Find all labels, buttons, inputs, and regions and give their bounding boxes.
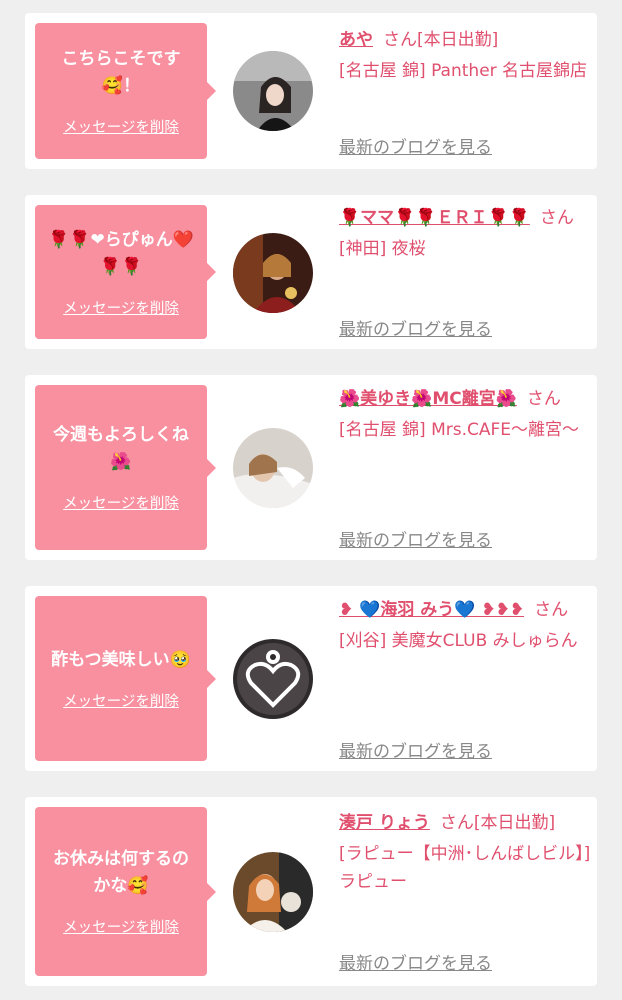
shop-name: [名古屋 錦] Mrs.CAFE〜離宮〜	[339, 420, 580, 440]
honorific: さん	[383, 30, 417, 50]
honorific: さん	[534, 600, 569, 620]
message-card: 今週もよろしくね🌺 メッセージを削除 🌺美ゆき🌺MC離宮🌺 さん [名古屋 錦] …	[25, 375, 597, 560]
latest-blog-link[interactable]: 最新のブログを見る	[339, 315, 492, 340]
avatar[interactable]	[233, 428, 313, 508]
honorific: さん	[526, 389, 561, 409]
message-card: 🌹🌹❤らぴゅん❤️🌹🌹 メッセージを削除 🌹ママ🌹🌹ＥＲＩ🌹🌹 さん [神田] 夜…	[25, 195, 597, 349]
avatar[interactable]	[233, 852, 313, 932]
honorific: さん	[439, 813, 474, 833]
message-text: お休みは何するのかな🥰	[53, 849, 189, 896]
message-text: こちらこそです🥰！	[61, 48, 181, 96]
delete-message-link[interactable]: メッセージを削除	[63, 690, 179, 711]
cast-info: 🌺美ゆき🌺MC離宮🌺 さん [名古屋 錦] Mrs.CAFE〜離宮〜	[339, 385, 591, 444]
cast-name-link[interactable]: 湊戸 りょう	[339, 813, 430, 833]
message-text: 今週もよろしくね🌺	[53, 425, 189, 472]
shop-name: [神田] 夜桜	[339, 239, 426, 259]
cast-info: 湊戸 りょう さん[本日出勤] [ラピュー【中洲･しんばしビル】] ラピュー	[339, 809, 591, 896]
message-text: 🌹🌹❤らぴゅん❤️🌹🌹	[48, 229, 194, 277]
cast-info: 🌹ママ🌹🌹ＥＲＩ🌹🌹 さん [神田] 夜桜	[339, 204, 591, 263]
message-card: 酢もつ美味しい🥹 メッセージを削除 ❥ 💙海羽 みう💙 ❥❥❥ さん [刈谷] 美…	[25, 586, 597, 771]
latest-blog-link[interactable]: 最新のブログを見る	[339, 949, 492, 974]
latest-blog-link[interactable]: 最新のブログを見る	[339, 526, 492, 551]
shop-name: [刈谷] 美魔女CLUB みしゅらん	[339, 631, 578, 651]
cast-info: ❥ 💙海羽 みう💙 ❥❥❥ さん [刈谷] 美魔女CLUB みしゅらん	[339, 596, 591, 655]
honorific: さん	[539, 208, 574, 228]
delete-message-link[interactable]: メッセージを削除	[63, 297, 179, 318]
delete-message-link[interactable]: メッセージを削除	[63, 916, 179, 937]
status-badge: [本日出勤]	[473, 813, 556, 833]
cast-name-link[interactable]: ❥ 💙海羽 みう💙 ❥❥❥	[339, 600, 524, 620]
message-bubble: こちらこそです🥰！ メッセージを削除	[35, 23, 216, 159]
cast-name-link[interactable]: 🌹ママ🌹🌹ＥＲＩ🌹🌹	[339, 208, 530, 228]
message-bubble: お休みは何するのかな🥰 メッセージを削除	[35, 807, 216, 976]
latest-blog-link[interactable]: 最新のブログを見る	[339, 737, 492, 762]
avatar[interactable]	[233, 233, 313, 313]
message-card: お休みは何するのかな🥰 メッセージを削除 湊戸 りょう さん[本日出勤] [ラピュ…	[25, 797, 597, 986]
cast-info: あや さん[本日出勤] [名古屋 錦] Panther 名古屋錦店	[339, 26, 591, 85]
shop-name: [ラピュー【中洲･しんばしビル】] ラピュー	[339, 844, 591, 892]
cast-name-link[interactable]: 🌺美ゆき🌺MC離宮🌺	[339, 389, 517, 409]
latest-blog-link[interactable]: 最新のブログを見る	[339, 133, 492, 158]
status-badge: [本日出勤]	[417, 30, 499, 50]
delete-message-link[interactable]: メッセージを削除	[63, 116, 179, 137]
shop-name: [名古屋 錦] Panther 名古屋錦店	[339, 61, 588, 81]
message-bubble: 今週もよろしくね🌺 メッセージを削除	[35, 385, 216, 550]
avatar[interactable]	[233, 51, 313, 131]
message-card: こちらこそです🥰！ メッセージを削除 あや さん[本日出勤] [名古屋 錦] Pa…	[25, 13, 597, 169]
message-bubble: 酢もつ美味しい🥹 メッセージを削除	[35, 596, 216, 761]
delete-message-link[interactable]: メッセージを削除	[63, 492, 179, 513]
message-text: 酢もつ美味しい🥹	[51, 649, 191, 670]
cast-name-link[interactable]: あや	[339, 30, 373, 50]
message-bubble: 🌹🌹❤らぴゅん❤️🌹🌹 メッセージを削除	[35, 205, 216, 339]
avatar[interactable]	[233, 639, 313, 719]
